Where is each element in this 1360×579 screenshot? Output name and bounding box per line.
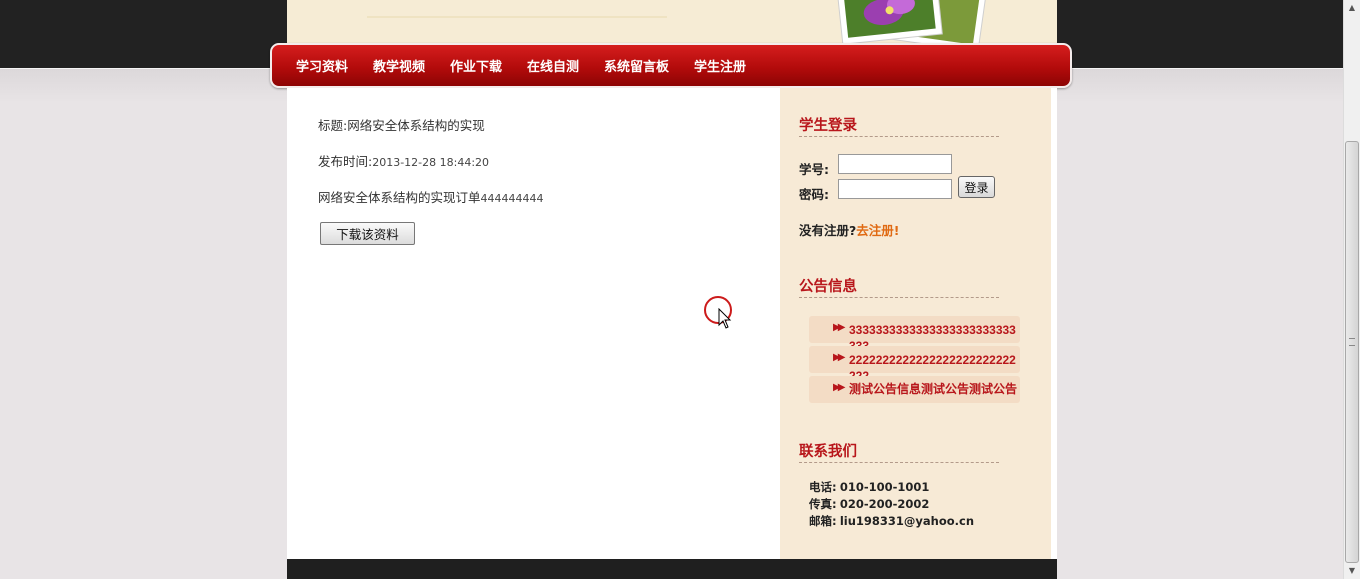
notice-item-text[interactable]: 测试公告信息测试公告测试公告 (849, 381, 1019, 397)
register-prompt: 没有注册?去注册! (799, 220, 899, 239)
scrollbar-thumb[interactable] (1345, 141, 1359, 563)
contact-phone: 电话: 010-100-1001 (809, 479, 929, 495)
mouse-pointer-icon (718, 308, 732, 329)
double-arrow-right-icon: ▶▶ (833, 382, 846, 393)
email-label: 邮箱: (809, 514, 837, 528)
notice-section-title: 公告信息 (799, 275, 999, 298)
student-id-input[interactable] (838, 154, 952, 174)
scroll-up-arrow-icon[interactable]: ▲ (1344, 0, 1360, 16)
site-footer (287, 559, 1057, 579)
double-arrow-right-icon: ▶▶ (833, 322, 846, 333)
nav-item-message-board[interactable]: 系统留言板 (604, 56, 669, 75)
contact-section-title: 联系我们 (799, 440, 999, 463)
article-date-label: 发布时间: (318, 154, 373, 169)
password-label: 密码: (799, 187, 829, 202)
login-button[interactable]: 登录 (958, 176, 995, 198)
header-photo-collage (836, 0, 987, 44)
main-navigation: 学习资料 教学视频 作业下载 在线自测 系统留言板 学生注册 (270, 43, 1072, 88)
password-input[interactable] (838, 179, 952, 199)
fax-value: 020-200-2002 (839, 497, 930, 511)
scrollbar-grip-icon (1349, 338, 1355, 346)
email-value: liu198331@yahoo.cn (839, 514, 975, 528)
article-title: 网络安全体系结构的实现 (347, 118, 485, 133)
article-body-row: 网络安全体系结构的实现订单444444444 (318, 187, 544, 206)
vertical-scrollbar[interactable]: ▲ ▼ (1343, 0, 1360, 579)
phone-value: 010-100-1001 (839, 480, 930, 494)
notice-item[interactable]: ▶▶ 3333333333333333333333333333 (809, 316, 1020, 353)
nav-item-homework-download[interactable]: 作业下载 (450, 56, 502, 75)
header-decoration (367, 16, 667, 46)
contact-fax: 传真: 020-200-2002 (809, 496, 929, 512)
notice-item[interactable]: ▶▶ 测试公告信息测试公告测试公告 (809, 376, 1020, 403)
register-prompt-text: 没有注册? (799, 223, 857, 238)
double-arrow-right-icon: ▶▶ (833, 352, 846, 363)
contact-email: 邮箱: liu198331@yahoo.cn (809, 513, 974, 529)
register-link[interactable]: 去注册! (856, 223, 899, 238)
fax-label: 传真: (809, 497, 837, 511)
notice-item[interactable]: ▶▶ 2222222222222222222222222222 (809, 346, 1020, 383)
article-body-code: 444444444 (480, 192, 544, 205)
download-material-button[interactable]: 下载该资料 (320, 222, 415, 245)
article-title-row: 标题:网络安全体系结构的实现 (318, 115, 485, 134)
phone-label: 电话: (809, 480, 837, 494)
nav-item-online-test[interactable]: 在线自测 (527, 56, 579, 75)
article-body-text: 网络安全体系结构的实现订单 (318, 190, 481, 205)
nav-item-teaching-videos[interactable]: 教学视频 (373, 56, 425, 75)
student-id-label: 学号: (799, 162, 829, 177)
article-title-label: 标题: (318, 118, 348, 133)
nav-item-student-register[interactable]: 学生注册 (694, 56, 746, 75)
nav-item-study-materials[interactable]: 学习资料 (296, 56, 348, 75)
scroll-down-arrow-icon[interactable]: ▼ (1344, 563, 1360, 579)
article-date-row: 发布时间:2013-12-28 18:44:20 (318, 151, 489, 170)
article-date: 2013-12-28 18:44:20 (372, 156, 490, 169)
sidebar-edge (1051, 88, 1057, 559)
login-section-title: 学生登录 (799, 114, 999, 137)
